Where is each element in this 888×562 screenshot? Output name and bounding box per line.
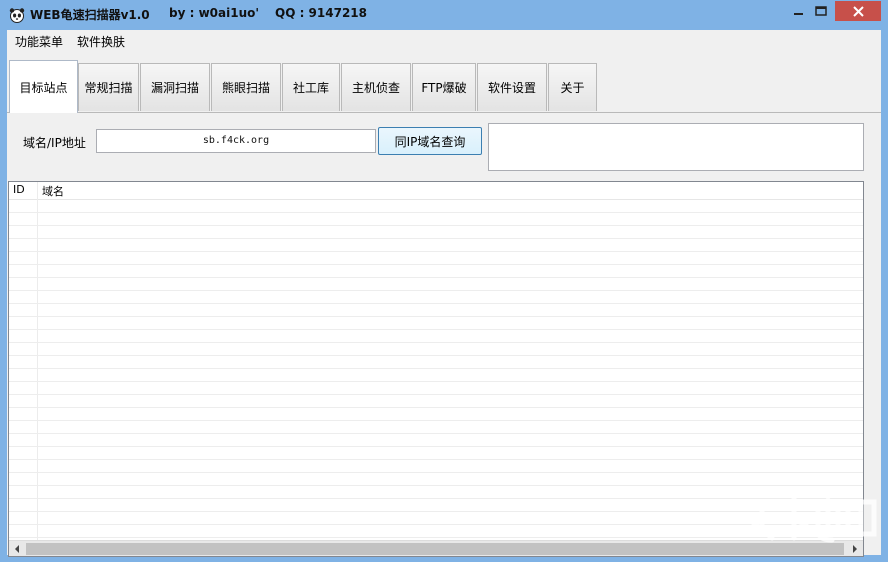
minimize-icon — [794, 13, 803, 15]
table-row-line — [9, 303, 863, 304]
tab-settings[interactable]: 软件设置 — [477, 63, 547, 111]
table-row-line — [9, 316, 863, 317]
scroll-thumb[interactable] — [26, 543, 844, 555]
maximize-button[interactable] — [807, 1, 835, 21]
client-area: 功能菜单 软件换肤 目标站点 常规扫描 漏洞扫描 熊眼扫描 社工库 主机侦查 F… — [7, 30, 881, 557]
table-row-line — [9, 459, 863, 460]
tab-about[interactable]: 关于 — [548, 63, 597, 111]
table-row-line — [9, 212, 863, 213]
table-row-line — [9, 498, 863, 499]
qq-text: QQ : 9147218 — [275, 6, 368, 20]
domain-label: 域名/IP地址 — [23, 136, 86, 150]
window-title: WEB龟速扫描器v1.0 — [30, 8, 150, 22]
table-header: ID 域名 — [9, 182, 863, 200]
author-text: by : w0ai1uo' — [169, 6, 260, 20]
horizontal-scrollbar[interactable] — [9, 540, 863, 556]
menu-bar: 功能菜单 软件换肤 — [7, 30, 881, 52]
table-row-line — [9, 368, 863, 369]
column-header-domain[interactable]: 域名 — [42, 183, 64, 199]
table-row-line — [9, 342, 863, 343]
app-window: WEB龟速扫描器v1.0 by : w0ai1uo' QQ : 9147218 … — [0, 0, 888, 562]
table-row-line — [9, 407, 863, 408]
menu-skin[interactable]: 软件换肤 — [77, 33, 125, 50]
table-row-line — [9, 277, 863, 278]
column-header-id[interactable]: ID — [13, 183, 25, 196]
tab-host-recon[interactable]: 主机侦查 — [341, 63, 411, 111]
target-site-panel: 域名/IP地址 sb.f4ck.org 同IP域名查询 ID 域名 — [7, 113, 881, 557]
tab-target-site[interactable]: 目标站点 — [9, 60, 78, 113]
result-textbox[interactable] — [488, 123, 864, 171]
menu-function[interactable]: 功能菜单 — [15, 33, 63, 50]
watermark-logo — [745, 495, 877, 543]
table-row-line — [9, 238, 863, 239]
tab-bear-eye-scan[interactable]: 熊眼扫描 — [211, 63, 281, 111]
table-row-line — [9, 485, 863, 486]
domain-table[interactable]: ID 域名 — [8, 181, 864, 557]
column-divider — [37, 182, 38, 542]
table-row-line — [9, 355, 863, 356]
table-row-line — [9, 537, 863, 538]
tab-social-db[interactable]: 社工库 — [282, 63, 340, 111]
table-row-line — [9, 251, 863, 252]
close-button[interactable] — [835, 1, 881, 21]
table-row-line — [9, 472, 863, 473]
table-row-line — [9, 381, 863, 382]
table-row-line — [9, 225, 863, 226]
tab-regular-scan[interactable]: 常规扫描 — [78, 63, 139, 111]
maximize-icon — [815, 6, 827, 16]
tab-ftp-brute[interactable]: FTP爆破 — [412, 63, 476, 111]
table-row-line — [9, 524, 863, 525]
tab-strip: 目标站点 常规扫描 漏洞扫描 熊眼扫描 社工库 主机侦查 FTP爆破 软件设置 … — [7, 60, 881, 113]
domain-input[interactable]: sb.f4ck.org — [96, 129, 376, 153]
table-row-line — [9, 329, 863, 330]
table-row-line — [9, 420, 863, 421]
table-row-line — [9, 446, 863, 447]
table-row-line — [9, 290, 863, 291]
table-row-line — [9, 433, 863, 434]
table-row-line — [9, 264, 863, 265]
scroll-left-arrow[interactable] — [9, 542, 25, 556]
close-icon — [852, 5, 864, 17]
chevron-left-icon — [15, 545, 19, 553]
panda-app-icon — [9, 7, 25, 23]
title-bar[interactable]: WEB龟速扫描器v1.0 by : w0ai1uo' QQ : 9147218 — [0, 0, 888, 30]
table-row-line — [9, 394, 863, 395]
table-row-line — [9, 511, 863, 512]
same-ip-query-button[interactable]: 同IP域名查询 — [378, 127, 482, 155]
tab-vuln-scan[interactable]: 漏洞扫描 — [140, 63, 210, 111]
